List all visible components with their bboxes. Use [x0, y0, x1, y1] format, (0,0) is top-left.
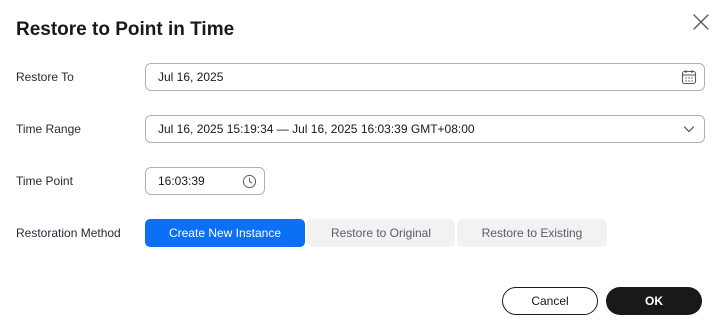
method-restore-to-original[interactable]: Restore to Original [307, 219, 455, 247]
ok-button[interactable]: OK [606, 287, 702, 315]
method-create-new-instance[interactable]: Create New Instance [145, 219, 305, 247]
restore-dialog: Restore to Point in Time Restore To Jul … [0, 0, 720, 330]
method-restore-to-existing[interactable]: Restore to Existing [457, 219, 607, 247]
chevron-down-icon [674, 116, 704, 142]
restore-to-value: Jul 16, 2025 [158, 70, 224, 84]
time-point-value: 16:03:39 [158, 174, 205, 188]
close-icon [693, 14, 709, 30]
calendar-icon[interactable] [674, 64, 704, 90]
restoration-method-label: Restoration Method [16, 226, 121, 240]
restore-to-label: Restore To [16, 70, 74, 84]
restore-to-date-picker[interactable]: Jul 16, 2025 [145, 63, 705, 91]
restoration-method-group: Create New Instance Restore to Original … [145, 219, 607, 247]
time-range-label: Time Range [16, 122, 81, 136]
time-range-value: Jul 16, 2025 15:19:34 — Jul 16, 2025 16:… [158, 122, 475, 136]
clock-icon[interactable] [234, 168, 264, 194]
time-range-select[interactable]: Jul 16, 2025 15:19:34 — Jul 16, 2025 16:… [145, 115, 705, 143]
time-point-picker[interactable]: 16:03:39 [145, 167, 265, 195]
close-button[interactable] [690, 11, 712, 33]
cancel-button[interactable]: Cancel [502, 287, 598, 315]
time-point-label: Time Point [16, 174, 73, 188]
dialog-title: Restore to Point in Time [16, 19, 235, 40]
